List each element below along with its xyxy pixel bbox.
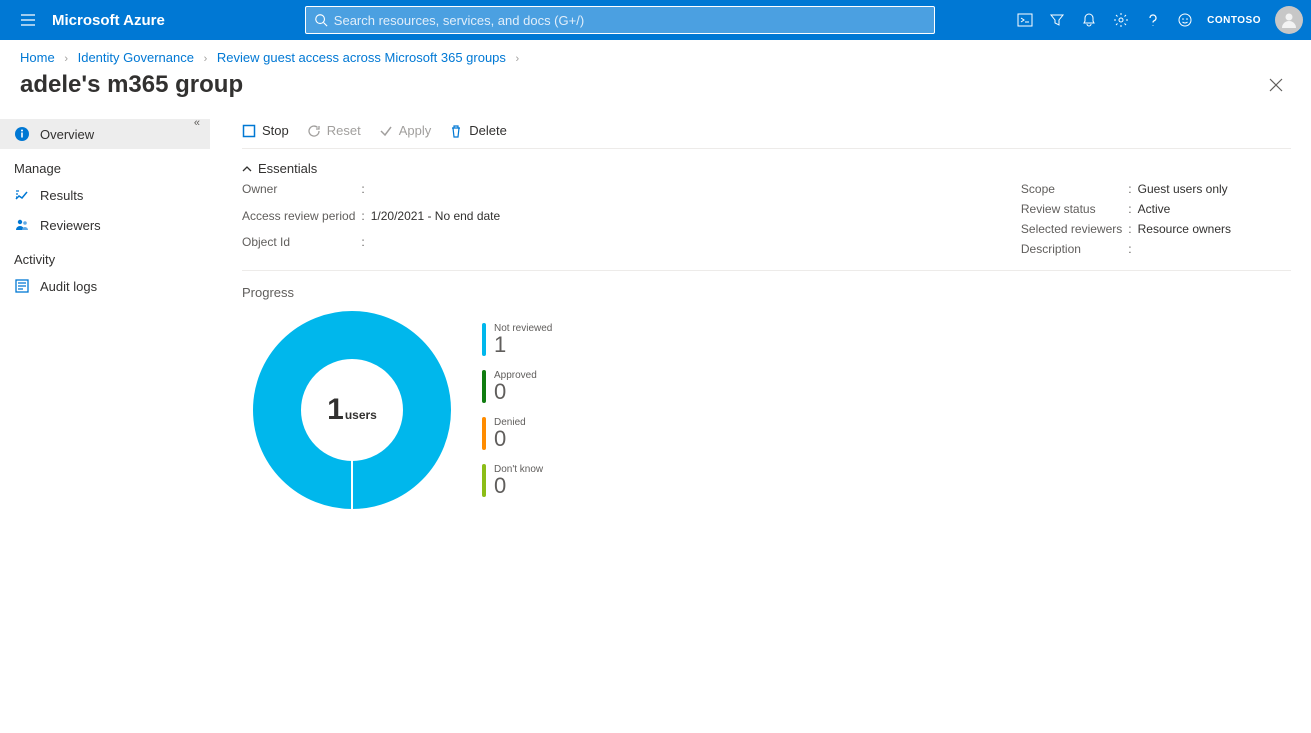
chevron-right-icon: ›: [204, 53, 208, 65]
object-id-label: Object Id: [242, 235, 355, 256]
close-icon: [1269, 78, 1283, 92]
account-avatar[interactable]: [1275, 6, 1303, 34]
tenant-label: CONTOSO: [1207, 15, 1261, 26]
breadcrumb: Home › Identity Governance › Review gues…: [0, 40, 1311, 69]
review-status-value: Active: [1138, 202, 1231, 216]
button-label: Apply: [399, 123, 432, 138]
legend-denied: Denied 0: [482, 417, 552, 450]
sidebar-item-audit-logs[interactable]: Audit logs: [0, 271, 210, 301]
essentials-toggle[interactable]: Essentials: [242, 157, 1291, 182]
owner-value: [371, 182, 500, 203]
progress-legend: Not reviewed 1 Approved 0 Denied 0: [482, 323, 552, 497]
feedback-button[interactable]: [1169, 0, 1201, 40]
legend-value: 0: [494, 475, 543, 497]
brand-label: Microsoft Azure: [52, 12, 165, 29]
collapse-sidebar-button[interactable]: «: [194, 117, 200, 129]
sidebar-item-label: Results: [40, 188, 83, 203]
legend-dont-know: Don't know 0: [482, 464, 552, 497]
global-search-input[interactable]: [305, 6, 935, 34]
cloud-shell-icon: [1017, 12, 1033, 28]
button-label: Reset: [327, 123, 361, 138]
audit-logs-icon: [14, 278, 30, 294]
breadcrumb-identity-governance[interactable]: Identity Governance: [78, 50, 194, 65]
results-icon: [14, 187, 30, 203]
search-icon: [314, 13, 328, 27]
portal-header: Microsoft Azure CONTOSO: [0, 0, 1311, 40]
hamburger-icon: [20, 12, 36, 28]
legend-bar-icon: [482, 417, 486, 450]
stop-icon: [242, 124, 256, 138]
sidebar-item-label: Audit logs: [40, 279, 97, 294]
chevron-right-icon: ›: [516, 53, 520, 65]
apply-icon: [379, 124, 393, 138]
donut-center-count: 1: [327, 393, 344, 427]
owner-label: Owner: [242, 182, 355, 203]
settings-button[interactable]: [1105, 0, 1137, 40]
hamburger-menu-button[interactable]: [8, 12, 48, 28]
legend-value: 0: [494, 428, 526, 450]
breadcrumb-home[interactable]: Home: [20, 50, 55, 65]
filter-icon: [1049, 12, 1065, 28]
review-period-label: Access review period: [242, 209, 355, 230]
legend-approved: Approved 0: [482, 370, 552, 403]
review-period-value: 1/20/2021 - No end date: [371, 209, 500, 230]
button-label: Stop: [262, 123, 289, 138]
info-icon: [14, 126, 30, 142]
description-value: [1138, 242, 1231, 256]
legend-bar-icon: [482, 370, 486, 403]
blade-sidebar: « Overview Manage Results Reviewers Acti…: [0, 113, 210, 530]
sidebar-item-results[interactable]: Results: [0, 180, 210, 210]
person-icon: [1279, 10, 1299, 30]
feedback-icon: [1177, 12, 1193, 28]
selected-reviewers-value: Resource owners: [1138, 222, 1231, 236]
search-field[interactable]: [334, 13, 926, 28]
apply-button: Apply: [379, 123, 432, 138]
directories-button[interactable]: [1041, 0, 1073, 40]
essentials-label: Essentials: [258, 161, 317, 176]
stop-button[interactable]: Stop: [242, 123, 289, 138]
legend-bar-icon: [482, 323, 486, 356]
page-title: adele's m365 group: [20, 71, 243, 99]
progress-donut-chart: 1 users: [252, 310, 452, 510]
reviewers-icon: [14, 217, 30, 233]
legend-value: 1: [494, 334, 552, 356]
delete-button[interactable]: Delete: [449, 123, 507, 138]
button-label: Delete: [469, 123, 507, 138]
object-id-value: [371, 235, 500, 256]
notifications-button[interactable]: [1073, 0, 1105, 40]
scope-label: Scope: [1021, 182, 1122, 196]
description-label: Description: [1021, 242, 1122, 256]
progress-title: Progress: [242, 285, 1291, 300]
selected-reviewers-label: Selected reviewers: [1021, 222, 1122, 236]
scope-value: Guest users only: [1138, 182, 1231, 196]
main-content: Stop Reset Apply Delete: [210, 113, 1311, 530]
legend-not-reviewed: Not reviewed 1: [482, 323, 552, 356]
cloud-shell-button[interactable]: [1009, 0, 1041, 40]
review-status-label: Review status: [1021, 202, 1122, 216]
chevron-up-icon: [242, 164, 252, 174]
sidebar-item-overview[interactable]: Overview: [0, 119, 210, 149]
legend-bar-icon: [482, 464, 486, 497]
gear-icon: [1113, 12, 1129, 28]
legend-value: 0: [494, 381, 537, 403]
reset-icon: [307, 124, 321, 138]
essentials-panel: Owner : Access review period : 1/20/2021…: [242, 182, 1291, 271]
sidebar-section-activity: Activity: [0, 240, 210, 271]
command-bar: Stop Reset Apply Delete: [242, 123, 1291, 149]
delete-icon: [449, 124, 463, 138]
sidebar-item-label: Overview: [40, 127, 94, 142]
help-icon: [1145, 12, 1161, 28]
close-blade-button[interactable]: [1261, 74, 1291, 96]
sidebar-section-manage: Manage: [0, 149, 210, 180]
breadcrumb-review-guest-access[interactable]: Review guest access across Microsoft 365…: [217, 50, 506, 65]
bell-icon: [1081, 12, 1097, 28]
help-button[interactable]: [1137, 0, 1169, 40]
reset-button: Reset: [307, 123, 361, 138]
sidebar-item-label: Reviewers: [40, 218, 101, 233]
chevron-right-icon: ›: [64, 53, 68, 65]
sidebar-item-reviewers[interactable]: Reviewers: [0, 210, 210, 240]
donut-center-unit: users: [345, 408, 377, 422]
